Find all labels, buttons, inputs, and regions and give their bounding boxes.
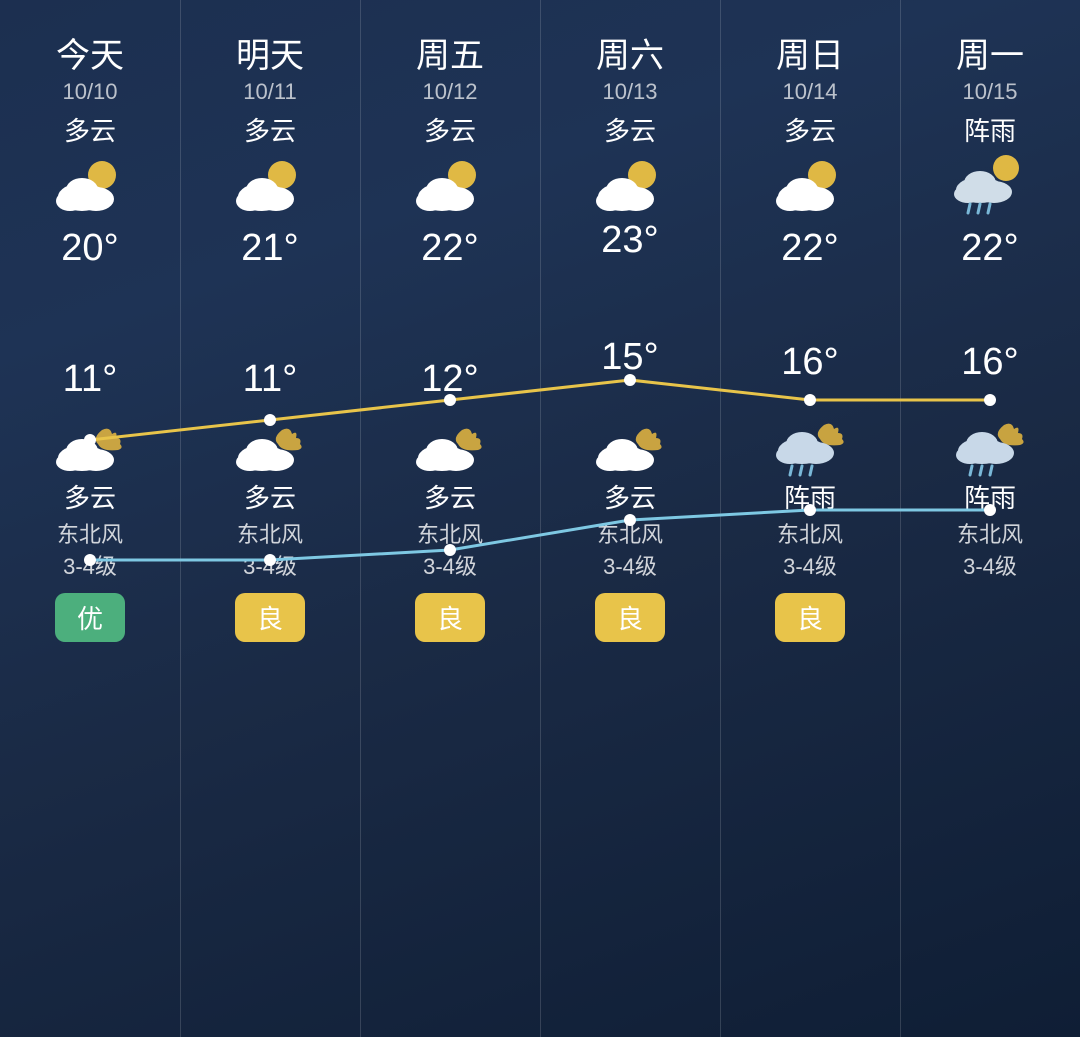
- day-col-tomorrow: 明天 10/11 多云 21° 11°: [180, 0, 360, 1037]
- icon-day-sat: [590, 154, 670, 219]
- date-sat: 10/13: [602, 79, 657, 105]
- icon-day-fri: [410, 154, 490, 219]
- icon-night-sun: [770, 413, 850, 478]
- date-today: 10/10: [62, 79, 117, 105]
- low-temp-mon: 16°: [906, 341, 1074, 384]
- icon-day-sun: [770, 154, 850, 219]
- high-temp-tomorrow: 21°: [186, 227, 354, 270]
- high-temp-sun: 22°: [726, 227, 894, 270]
- icon-night-mon: [950, 413, 1030, 478]
- date-mon: 10/15: [962, 79, 1017, 105]
- wind-level-tomorrow: 3-4级: [243, 549, 297, 581]
- wind-dir-fri: 东北风: [417, 517, 483, 549]
- wind-level-mon: 3-4级: [963, 549, 1017, 581]
- condition-night-mon: 阵雨: [964, 478, 1016, 515]
- icon-night-fri: [410, 413, 490, 478]
- aqi-badge-sun: 良: [775, 593, 845, 642]
- condition-day-sat: 多云: [604, 111, 656, 148]
- low-temp-tomorrow: 11°: [186, 358, 354, 401]
- wind-level-sat: 3-4级: [603, 549, 657, 581]
- condition-night-sun: 阵雨: [784, 478, 836, 515]
- day-col-sat: 周六 10/13 多云 23° 15°: [540, 0, 720, 1037]
- condition-day-fri: 多云: [424, 111, 476, 148]
- wind-dir-sat: 东北风: [597, 517, 663, 549]
- low-temp-fri: 12°: [366, 358, 534, 401]
- wind-level-sun: 3-4级: [783, 549, 837, 581]
- aqi-badge-tomorrow: 良: [235, 593, 305, 642]
- day-label-tomorrow: 明天: [236, 28, 304, 77]
- day-label-sun: 周日: [776, 28, 844, 77]
- wind-level-today: 3-4级: [63, 549, 117, 581]
- condition-day-mon: 阵雨: [964, 111, 1016, 148]
- day-col-mon: 周一 10/15 阵雨 22° 16°: [900, 0, 1080, 1037]
- aqi-badge-fri: 良: [415, 593, 485, 642]
- day-label-fri: 周五: [416, 28, 484, 77]
- condition-day-sun: 多云: [784, 111, 836, 148]
- low-temp-sun: 16°: [726, 341, 894, 384]
- low-temp-sat: 15°: [546, 336, 714, 379]
- date-fri: 10/12: [422, 79, 477, 105]
- day-label-today: 今天: [56, 28, 124, 77]
- condition-night-today: 多云: [64, 478, 116, 515]
- high-temp-fri: 22°: [366, 227, 534, 270]
- low-temp-today: 11°: [6, 358, 174, 401]
- day-col-today: 今天 10/10 多云 20° 11°: [0, 0, 180, 1037]
- day-col-sun: 周日 10/14 多云 22° 16°: [720, 0, 900, 1037]
- high-temp-sat: 23°: [546, 219, 714, 262]
- icon-night-sat: [590, 413, 670, 478]
- high-temp-today: 20°: [6, 227, 174, 270]
- aqi-badge-today: 优: [55, 593, 125, 642]
- aqi-badge-sat: 良: [595, 593, 665, 642]
- day-col-fri: 周五 10/12 多云 22° 12°: [360, 0, 540, 1037]
- date-sun: 10/14: [782, 79, 837, 105]
- icon-day-tomorrow: [230, 154, 310, 219]
- day-label-mon: 周一: [956, 28, 1024, 77]
- condition-night-sat: 多云: [604, 478, 656, 515]
- wind-dir-mon: 东北风: [957, 517, 1023, 549]
- condition-night-tomorrow: 多云: [244, 478, 296, 515]
- condition-night-fri: 多云: [424, 478, 476, 515]
- icon-night-tomorrow: [230, 413, 310, 478]
- condition-day-tomorrow: 多云: [244, 111, 296, 148]
- icon-day-mon: [950, 154, 1030, 219]
- wind-level-fri: 3-4级: [423, 549, 477, 581]
- wind-dir-tomorrow: 东北风: [237, 517, 303, 549]
- date-tomorrow: 10/11: [243, 79, 296, 105]
- icon-night-today: [50, 413, 130, 478]
- wind-dir-sun: 东北风: [777, 517, 843, 549]
- condition-day-today: 多云: [64, 111, 116, 148]
- high-temp-mon: 22°: [906, 227, 1074, 270]
- icon-day-today: [50, 154, 130, 219]
- wind-dir-today: 东北风: [57, 517, 123, 549]
- day-label-sat: 周六: [596, 28, 664, 77]
